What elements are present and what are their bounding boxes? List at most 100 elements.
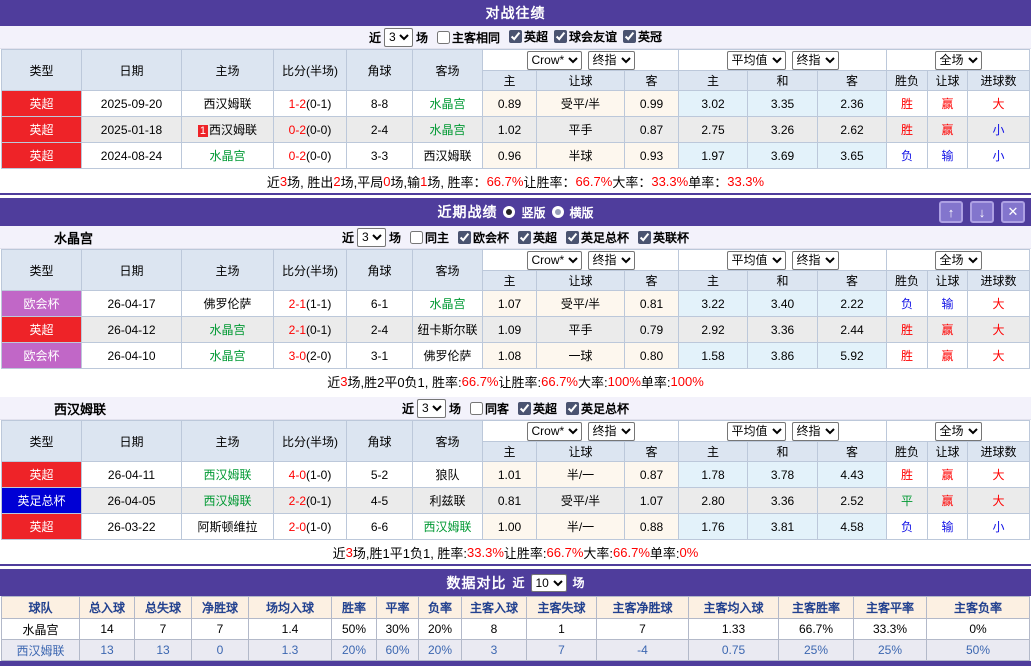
team-name[interactable]: 水晶宫	[22, 623, 58, 637]
home-team-name[interactable]: 西汉姆联	[203, 468, 251, 482]
away-team-name[interactable]: 水晶宫	[429, 97, 465, 111]
odds-away-cell: 0.93	[623, 142, 680, 169]
same-home-away-checkbox[interactable]	[436, 30, 450, 44]
away-team-name[interactable]: 佛罗伦萨	[423, 349, 471, 363]
avg-home-cell: 3.22	[678, 290, 749, 317]
team-1-same-venue-checkbox[interactable]	[469, 401, 483, 415]
result-handicap-cell: 输	[927, 142, 969, 169]
h2h-league-1[interactable]	[554, 30, 568, 43]
date-cell: 2024-08-24	[81, 142, 182, 169]
team-0-league-1-label[interactable]: 英超	[512, 229, 557, 246]
home-team-name[interactable]: 西汉姆联	[209, 123, 257, 137]
h2h-league-0-label[interactable]: 英超	[503, 28, 548, 45]
team-0-final-odds-select-2[interactable]: 终指	[791, 250, 839, 270]
radio-horizontal-layout[interactable]	[551, 206, 564, 218]
close-button[interactable]: ✕	[1001, 201, 1025, 223]
team-0-recent-count-select[interactable]: 3	[356, 227, 386, 247]
team-1-scope-select[interactable]: 全场	[934, 421, 982, 441]
horizontal-layout-label[interactable]: 横版	[570, 204, 594, 221]
away-team-cell: 水晶宫	[412, 116, 483, 143]
avg-home-cell: 1.58	[678, 342, 749, 369]
team-1-league-0[interactable]	[518, 401, 531, 415]
away-team-name[interactable]: 水晶宫	[429, 297, 465, 311]
h2h-final-odds-select-2[interactable]: 终指	[791, 50, 839, 70]
radio-vertical-layout[interactable]	[503, 206, 516, 218]
home-team-name[interactable]: 阿斯顿维拉	[197, 520, 257, 534]
h2h-scope-select[interactable]: 全场	[934, 50, 982, 70]
team-0-average-select[interactable]: 平均值	[726, 250, 786, 270]
col-header-0: 类型	[1, 49, 82, 91]
team-0-final-odds-select[interactable]: 终指	[587, 250, 635, 270]
h2h-recent-count-select[interactable]: 3	[383, 27, 413, 47]
score-cell: 0-2(0-0)	[273, 142, 347, 169]
col-header-3: 比分(半场)	[273, 249, 347, 291]
team-1-final-odds-select[interactable]: 终指	[587, 421, 635, 441]
team-0-league-2[interactable]	[566, 230, 580, 244]
team-0-league-0-text: 欧会杯	[472, 230, 509, 245]
league-type-cell: 英超	[1, 461, 82, 488]
away-team-name[interactable]: 狼队	[435, 468, 459, 482]
halftime-score: (0-0)	[306, 148, 332, 163]
odds-away-cell: 0.99	[623, 90, 680, 117]
team-0-same-venue-checkbox-label[interactable]: 同主	[404, 229, 449, 246]
team-1-final-odds-select-2[interactable]: 终指	[791, 421, 839, 441]
away-team-name[interactable]: 水晶宫	[429, 123, 465, 137]
team-1-average-select[interactable]: 平均值	[726, 421, 786, 441]
move-down-button[interactable]: ↓	[970, 201, 994, 223]
home-team-name[interactable]: 水晶宫	[209, 349, 245, 363]
halftime-score: (0-1)	[306, 493, 332, 508]
team-1-bookmaker-select[interactable]: Crow*	[526, 421, 582, 441]
team-0-league-2-label[interactable]: 英足总杯	[560, 229, 629, 246]
sub-header-0: 主	[482, 70, 537, 91]
h2h-league-2[interactable]	[623, 30, 637, 43]
corner-cell: 3-1	[346, 342, 413, 369]
group-dropdowns-0: Crow* 终指	[484, 50, 678, 70]
team-0-same-venue-checkbox[interactable]	[409, 230, 423, 244]
h2h-average-select[interactable]: 平均值	[726, 50, 786, 70]
home-team-name[interactable]: 佛罗伦萨	[203, 297, 251, 311]
team-0-scope-select[interactable]: 全场	[934, 250, 982, 270]
comparison-recent-count-select[interactable]: 10	[530, 573, 567, 592]
away-team-cell: 狼队	[412, 461, 483, 488]
team-1-recent-count-select[interactable]: 3	[416, 398, 446, 418]
h2h-league-1-label[interactable]: 球会友谊	[548, 28, 617, 45]
team-name[interactable]: 西汉姆联	[16, 644, 64, 658]
summary-segment: 场,输	[390, 174, 421, 190]
date-cell: 26-04-12	[81, 316, 182, 343]
home-team-name[interactable]: 西汉姆联	[203, 97, 251, 111]
team-0-league-3-label[interactable]: 英联杯	[632, 229, 689, 246]
move-up-button[interactable]: ↑	[939, 201, 963, 223]
h2h-bookmaker-select[interactable]: Crow*	[526, 50, 582, 70]
team-1-same-venue-checkbox-label[interactable]: 同客	[464, 400, 509, 417]
fulltime-score: 0-2	[288, 122, 306, 137]
group-header-2: 全场	[886, 420, 1031, 442]
close-icon: ✕	[1007, 204, 1019, 219]
team-1-league-1[interactable]	[566, 401, 580, 415]
h2h-league-0[interactable]	[509, 30, 522, 43]
team-1-league-0-label[interactable]: 英超	[512, 400, 557, 417]
odds-home-cell: 1.01	[482, 461, 537, 488]
home-team-name[interactable]: 水晶宫	[209, 323, 245, 337]
vertical-layout-label[interactable]: 竖版	[521, 204, 545, 221]
h2h-league-2-label[interactable]: 英冠	[617, 28, 662, 45]
away-team-name[interactable]: 纽卡斯尔联	[417, 323, 477, 337]
team-0-league-0[interactable]	[457, 230, 471, 244]
team-0-league-1[interactable]	[518, 230, 531, 244]
group-dropdowns-0: Crow* 终指	[484, 421, 678, 441]
stat-cell-12: 33.3%	[853, 618, 927, 640]
home-team-name[interactable]: 西汉姆联	[203, 494, 251, 508]
team-0-bookmaker-select[interactable]: Crow*	[526, 250, 582, 270]
away-team-name[interactable]: 西汉姆联	[423, 149, 471, 163]
team-0-league-3[interactable]	[638, 230, 652, 244]
team-1-league-1-label[interactable]: 英足总杯	[560, 400, 629, 417]
same-home-away-checkbox-label[interactable]: 主客相同	[431, 29, 500, 46]
home-team-name[interactable]: 水晶宫	[209, 149, 245, 163]
team-0-league-0-label[interactable]: 欧会杯	[452, 229, 509, 246]
away-team-name[interactable]: 利兹联	[429, 494, 465, 508]
summary-segment: 近	[332, 545, 346, 561]
away-team-name[interactable]: 西汉姆联	[423, 520, 471, 534]
match-row: 英超 2025-01-18 1 西汉姆联 0-2(0-0) 2-4 水晶宫 1.02 平手 0.8…	[1, 116, 1031, 143]
result-winlose-cell: 胜	[886, 116, 929, 143]
games-label: 场	[415, 30, 428, 45]
h2h-final-odds-select[interactable]: 终指	[587, 50, 635, 70]
